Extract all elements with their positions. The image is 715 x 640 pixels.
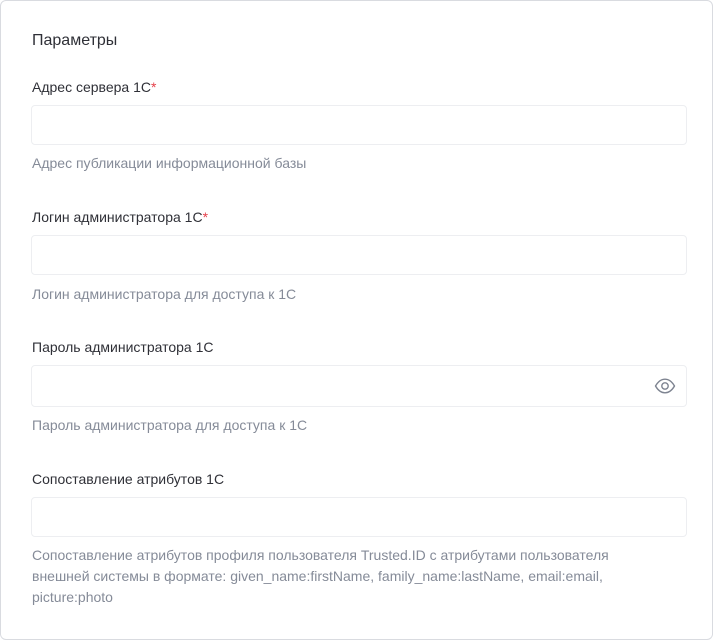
admin-password-helper: Пароль администратора для доступа к 1С: [32, 417, 308, 433]
server-address-label-text: Адрес сервера 1С: [32, 79, 151, 95]
server-address-label: Адрес сервера 1С*: [32, 78, 156, 96]
server-address-field[interactable]: [31, 105, 687, 145]
required-asterisk: *: [150, 79, 157, 95]
attribute-mapping-input[interactable]: [32, 498, 686, 536]
admin-login-label: Логин администратора 1С*: [32, 208, 208, 226]
admin-login-helper: Логин администратора для доступа к 1С: [32, 286, 297, 302]
admin-login-field[interactable]: [31, 235, 687, 275]
admin-login-input[interactable]: [32, 236, 686, 274]
admin-login-label-text: Логин администратора 1С: [32, 209, 203, 225]
required-asterisk: *: [202, 209, 209, 225]
admin-password-input[interactable]: [32, 366, 686, 406]
admin-password-label: Пароль администратора 1С: [32, 339, 214, 355]
attribute-mapping-field[interactable]: [31, 497, 687, 537]
attribute-mapping-helper: Сопоставление атрибутов профиля пользова…: [32, 547, 609, 605]
server-address-helper: Адрес публикации информационной базы: [32, 155, 307, 171]
server-address-input[interactable]: [32, 106, 686, 144]
admin-password-field[interactable]: [31, 365, 687, 407]
eye-icon[interactable]: [654, 376, 676, 396]
section-title: Параметры: [32, 32, 118, 49]
parameters-panel: Параметры Адрес сервера 1С* Адрес публик…: [0, 0, 713, 640]
attribute-mapping-label: Сопоставление атрибутов 1С: [32, 471, 225, 487]
